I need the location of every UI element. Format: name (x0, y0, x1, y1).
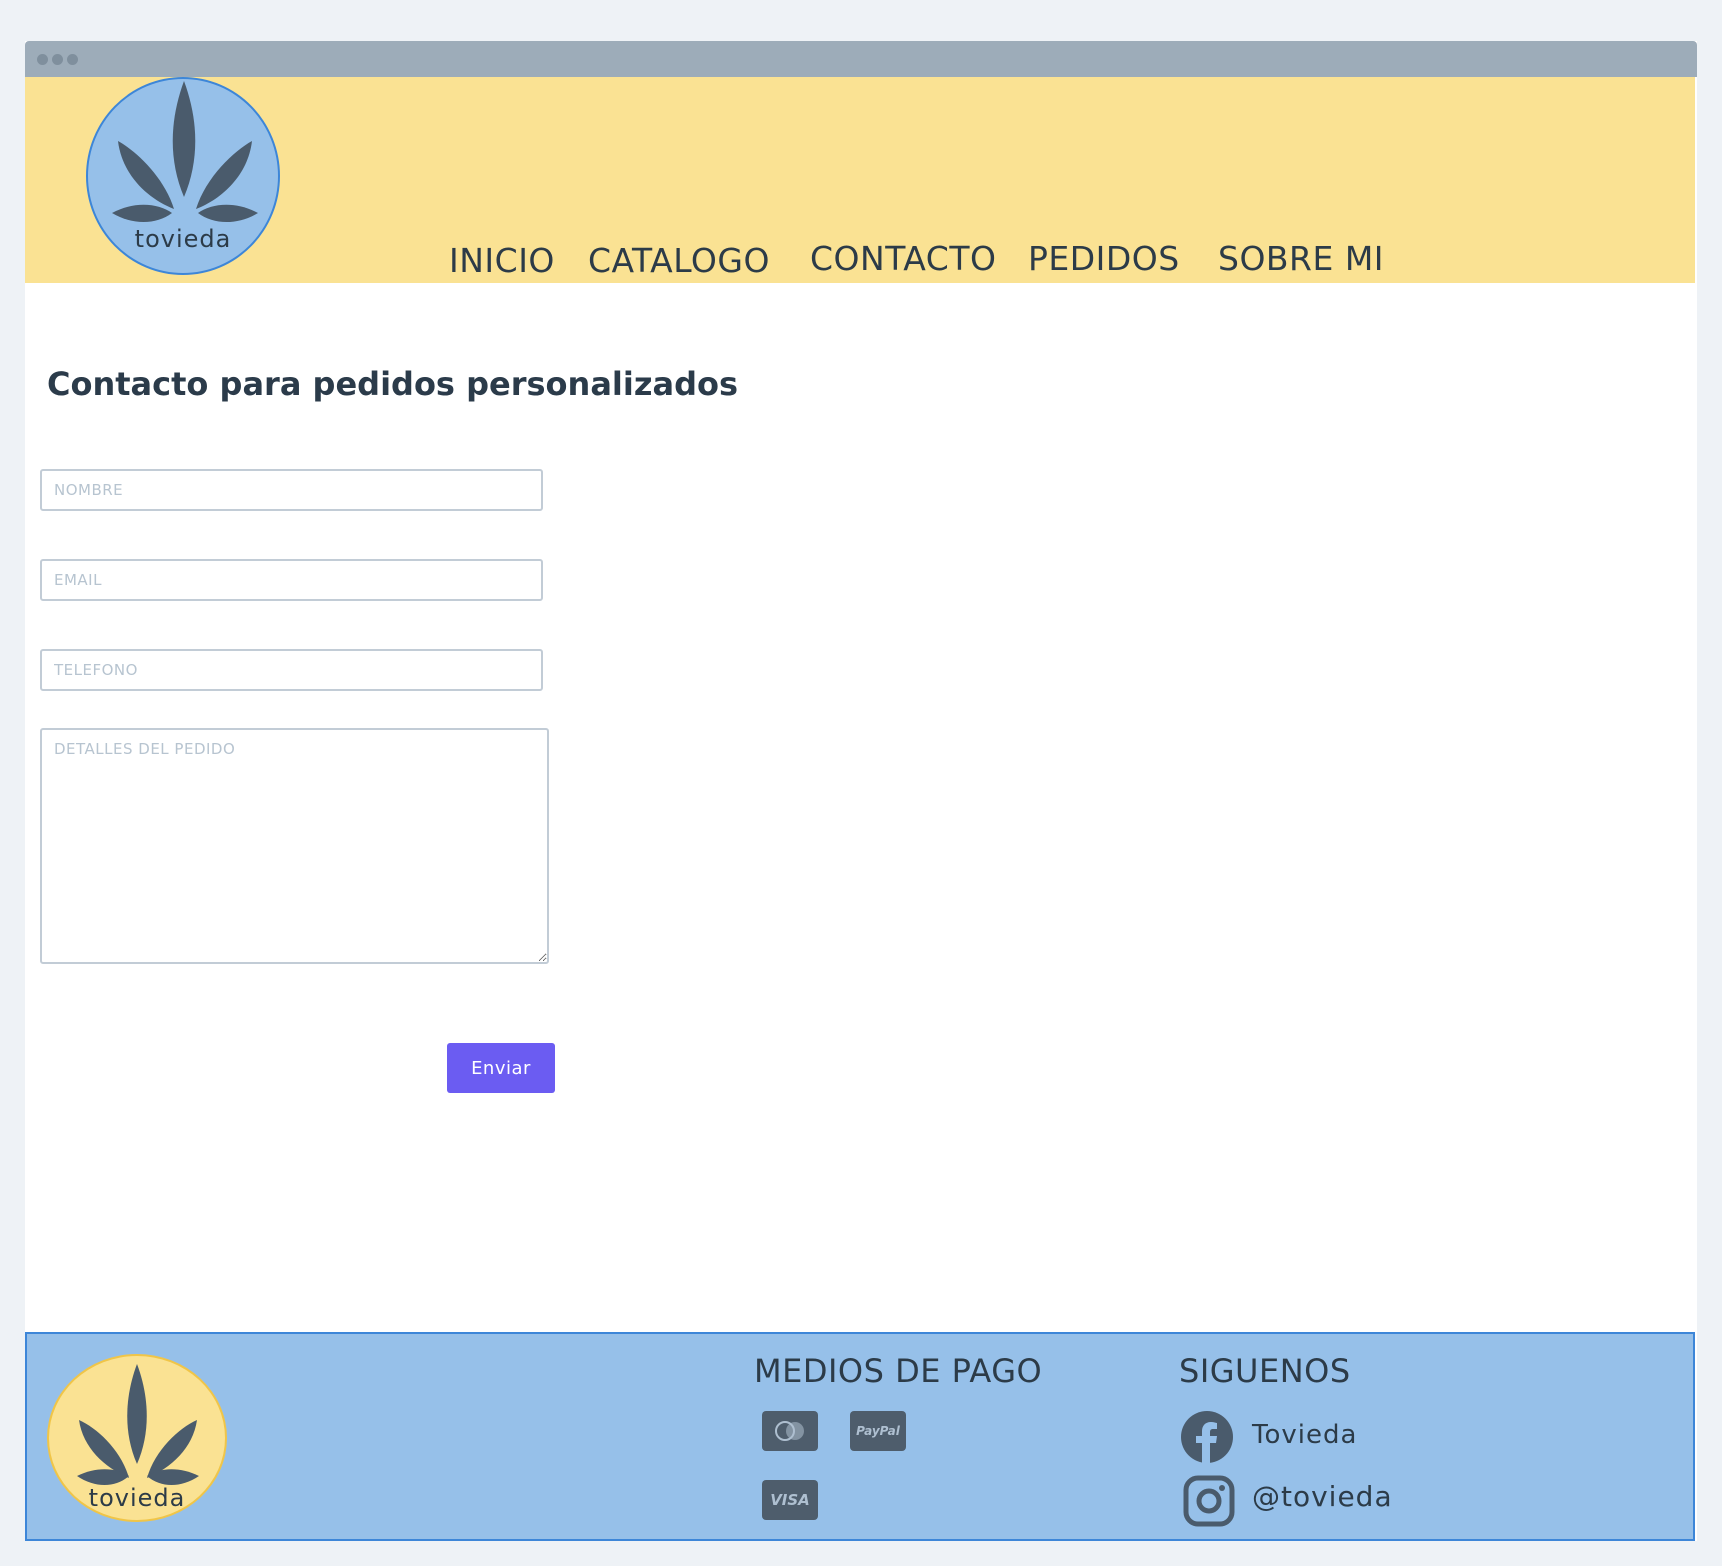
instagram-icon[interactable] (1183, 1475, 1235, 1527)
browser-window: tovieda INICIO CATALOGO CONTACTO PEDIDOS… (25, 41, 1697, 1541)
paypal-icon: PayPal (850, 1411, 906, 1451)
payments-heading: MEDIOS DE PAGO (754, 1352, 1043, 1390)
instagram-link[interactable]: @tovieda (1252, 1480, 1393, 1513)
window-dot-icon (37, 54, 48, 65)
mastercard-icon (762, 1411, 818, 1451)
footer-logo-text: tovieda (88, 1484, 186, 1512)
main-navigation: INICIO CATALOGO CONTACTO PEDIDOS SOBRE M… (25, 77, 1695, 283)
nav-item-inicio[interactable]: INICIO (449, 241, 555, 280)
telefono-input[interactable] (40, 649, 543, 691)
nombre-input[interactable] (40, 469, 543, 511)
nav-item-pedidos[interactable]: PEDIDOS (1028, 239, 1180, 278)
nav-item-sobre-mi[interactable]: SOBRE MI (1218, 239, 1384, 278)
facebook-icon[interactable] (1181, 1411, 1233, 1463)
facebook-link[interactable]: Tovieda (1252, 1420, 1357, 1450)
site-footer: tovieda MEDIOS DE PAGO PayPal VISA SIGUE… (25, 1332, 1695, 1541)
browser-title-bar (25, 41, 1697, 77)
nav-item-catalogo[interactable]: CATALOGO (588, 241, 770, 280)
footer-logo[interactable]: tovieda (47, 1354, 227, 1522)
send-button[interactable]: Enviar (447, 1043, 555, 1093)
window-dot-icon (67, 54, 78, 65)
visa-icon: VISA (762, 1480, 818, 1520)
detalles-textarea[interactable] (40, 728, 549, 964)
email-input[interactable] (40, 559, 543, 601)
window-dot-icon (52, 54, 63, 65)
site-header: tovieda INICIO CATALOGO CONTACTO PEDIDOS… (25, 77, 1695, 283)
nav-item-contacto[interactable]: CONTACTO (810, 239, 996, 278)
page-title: Contacto para pedidos personalizados (47, 365, 738, 403)
social-heading: SIGUENOS (1179, 1352, 1351, 1390)
